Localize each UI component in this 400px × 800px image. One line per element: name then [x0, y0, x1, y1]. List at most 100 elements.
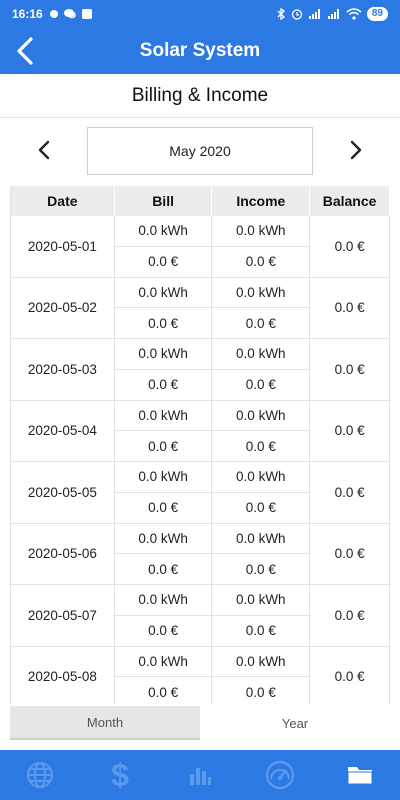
status-bar: 16:16 89 — [0, 0, 400, 28]
row-bill: 0.0 kWh 0.0 € — [114, 585, 213, 646]
row-date: 2020-05-03 — [11, 339, 115, 400]
row-income-kwh: 0.0 kWh — [212, 216, 310, 247]
month-selector[interactable]: May 2020 — [87, 127, 313, 175]
row-date: 2020-05-04 — [11, 400, 115, 461]
row-bill: 0.0 kWh 0.0 € — [114, 462, 213, 523]
table-row: 2020-05-07 0.0 kWh 0.0 €0.0 kWh 0.0 €0.0 € — [11, 585, 390, 647]
nav-billing[interactable]: $ — [100, 755, 140, 795]
alarm-icon — [291, 9, 303, 20]
table-header: Date Bill Income Balance — [11, 186, 390, 216]
status-time: 16:16 — [12, 7, 43, 21]
section-title: Billing & Income — [0, 74, 400, 118]
table-row: 2020-05-08 0.0 kWh 0.0 €0.0 kWh 0.0 €0.0 € — [11, 646, 390, 704]
column-header-income: Income — [212, 186, 311, 216]
row-date: 2020-05-07 — [11, 585, 115, 646]
nav-files[interactable] — [340, 755, 380, 795]
row-bill-eur: 0.0 € — [148, 500, 179, 516]
bottom-navigation: $ — [0, 750, 400, 800]
battery-indicator: 89 — [366, 7, 388, 21]
table-row: 2020-05-05 0.0 kWh 0.0 €0.0 kWh 0.0 €0.0 € — [11, 462, 390, 524]
row-income-eur: 0.0 € — [245, 377, 276, 393]
row-income-eur: 0.0 € — [245, 254, 276, 270]
signal-icon-2 — [327, 9, 339, 19]
svg-text:$: $ — [111, 759, 129, 791]
chat-icon — [63, 9, 76, 19]
row-bill-kwh: 0.0 kWh — [114, 216, 212, 247]
period-segmented-control: Month Year — [10, 706, 390, 740]
signal-icon — [308, 9, 320, 19]
next-month-chevron-icon[interactable] — [343, 138, 367, 162]
row-income-kwh: 0.0 kWh — [212, 585, 310, 616]
row-bill-kwh: 0.0 kWh — [114, 401, 212, 432]
row-bill-eur: 0.0 € — [148, 377, 179, 393]
gauge-icon — [265, 760, 295, 790]
globe-icon — [26, 761, 54, 789]
row-income-eur: 0.0 € — [245, 438, 276, 454]
segment-month[interactable]: Month — [10, 706, 200, 740]
row-bill: 0.0 kWh 0.0 € — [114, 646, 213, 704]
row-balance: 0.0 € — [310, 400, 390, 461]
column-header-balance: Balance — [310, 186, 390, 216]
row-balance: 0.0 € — [310, 523, 390, 584]
row-income: 0.0 kWh 0.0 € — [212, 585, 311, 646]
row-date: 2020-05-05 — [11, 462, 115, 523]
row-income-eur: 0.0 € — [245, 623, 276, 639]
back-arrow-icon[interactable] — [12, 36, 42, 66]
app-bar: Solar System — [0, 28, 400, 74]
row-income: 0.0 kWh 0.0 € — [212, 400, 311, 461]
row-income: 0.0 kWh 0.0 € — [212, 339, 311, 400]
row-income: 0.0 kWh 0.0 € — [212, 523, 311, 584]
row-date: 2020-05-01 — [11, 216, 115, 277]
table-row: 2020-05-03 0.0 kWh 0.0 €0.0 kWh 0.0 €0.0 € — [11, 339, 390, 401]
segment-year[interactable]: Year — [200, 706, 390, 740]
row-income: 0.0 kWh 0.0 € — [212, 462, 311, 523]
table-row: 2020-05-06 0.0 kWh 0.0 €0.0 kWh 0.0 €0.0 € — [11, 523, 390, 585]
nav-globe[interactable] — [20, 755, 60, 795]
row-bill-eur: 0.0 € — [148, 315, 179, 331]
row-bill-eur: 0.0 € — [148, 438, 179, 454]
table-row: 2020-05-04 0.0 kWh 0.0 €0.0 kWh 0.0 €0.0 € — [11, 400, 390, 462]
row-income: 0.0 kWh 0.0 € — [212, 646, 311, 704]
page-title: Solar System — [139, 40, 261, 61]
row-bill: 0.0 kWh 0.0 € — [114, 339, 213, 400]
row-date: 2020-05-06 — [11, 523, 115, 584]
app-notification-icon — [81, 9, 92, 19]
row-income-eur: 0.0 € — [245, 561, 276, 577]
previous-month-chevron-icon[interactable] — [33, 138, 57, 162]
bar-chart-icon — [190, 768, 211, 785]
folder-icon — [347, 767, 373, 785]
row-balance: 0.0 € — [310, 646, 390, 704]
dollar-icon: $ — [111, 759, 129, 791]
row-date: 2020-05-08 — [11, 646, 115, 704]
row-bill-kwh: 0.0 kWh — [114, 278, 212, 309]
row-balance: 0.0 € — [310, 339, 390, 400]
row-bill: 0.0 kWh 0.0 € — [114, 216, 213, 277]
row-income-kwh: 0.0 kWh — [212, 339, 310, 370]
row-income-eur: 0.0 € — [245, 684, 276, 700]
status-notification-icons — [49, 8, 93, 20]
notification-dot-icon — [49, 10, 58, 18]
month-picker: May 2020 — [0, 118, 400, 182]
table-row: 2020-05-01 0.0 kWh 0.0 €0.0 kWh 0.0 €0.0 € — [11, 216, 390, 278]
row-income-eur: 0.0 € — [245, 500, 276, 516]
row-income-kwh: 0.0 kWh — [212, 401, 310, 432]
wifi-icon — [346, 8, 362, 20]
row-bill: 0.0 kWh 0.0 € — [114, 523, 213, 584]
row-income-kwh: 0.0 kWh — [212, 462, 310, 493]
row-bill-eur: 0.0 € — [148, 561, 179, 577]
nav-dashboard[interactable] — [260, 755, 300, 795]
nav-statistics[interactable] — [180, 755, 220, 795]
month-value: May 2020 — [169, 143, 231, 159]
row-balance: 0.0 € — [310, 585, 390, 646]
billing-table[interactable]: Date Bill Income Balance 2020-05-01 0.0 k… — [10, 186, 390, 704]
row-balance: 0.0 € — [310, 462, 390, 523]
bluetooth-icon — [277, 8, 285, 20]
row-income: 0.0 kWh 0.0 € — [212, 277, 311, 338]
row-bill-eur: 0.0 € — [148, 623, 179, 639]
row-income-eur: 0.0 € — [245, 315, 276, 331]
table-row: 2020-05-02 0.0 kWh 0.0 €0.0 kWh 0.0 €0.0 € — [11, 277, 390, 339]
row-bill-kwh: 0.0 kWh — [114, 339, 212, 370]
row-balance: 0.0 € — [310, 277, 390, 338]
row-bill-kwh: 0.0 kWh — [114, 647, 212, 678]
row-income-kwh: 0.0 kWh — [212, 278, 310, 309]
